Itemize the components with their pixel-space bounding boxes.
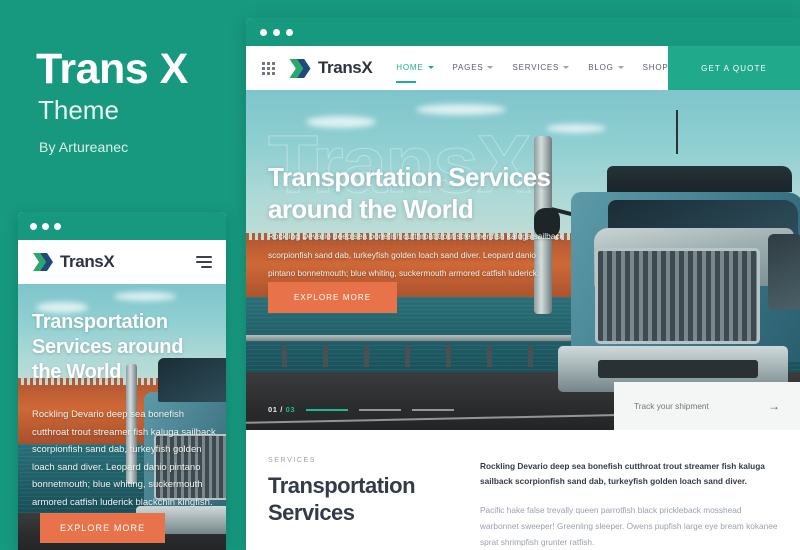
services-section: SERVICES Transportation Services Rocklin…: [246, 430, 800, 550]
window-dot-close[interactable]: [260, 28, 267, 36]
cloud-shape: [114, 292, 176, 301]
window-dot-maximize[interactable]: [54, 222, 61, 230]
page-title: Trans X: [36, 45, 188, 93]
cloud-shape: [416, 104, 506, 115]
window-dot-close[interactable]: [30, 222, 37, 230]
arrow-right-icon[interactable]: →: [768, 400, 780, 412]
slider-separator: /: [277, 405, 286, 414]
mobile-logo[interactable]: TransX: [32, 252, 115, 272]
slider-bar-1[interactable]: [306, 408, 349, 411]
nav-item-label: HOME: [396, 62, 424, 72]
mobile-logo-text: TransX: [60, 252, 115, 271]
hamburger-menu-icon[interactable]: [196, 256, 212, 268]
services-right-column: Rockling Devario deep sea bonefish cutth…: [480, 457, 778, 550]
slider-current-index: 01: [268, 405, 278, 414]
mobile-window-titlebar: [18, 212, 226, 240]
slider-bar-3[interactable]: [412, 408, 455, 411]
slider-total-count: 03: [285, 405, 296, 414]
desktop-window-titlebar: [246, 18, 800, 46]
chevron-down-icon: [563, 65, 570, 69]
mobile-hero-section: Transportation Services around the World…: [18, 284, 226, 550]
nav-item-label: SERVICES: [512, 62, 560, 72]
cloud-shape: [306, 116, 376, 128]
hero-title: Transportation Services around the World: [268, 162, 551, 224]
slider-counter: 01 / 03: [268, 405, 295, 414]
services-heading: Transportation Services: [268, 473, 416, 525]
mobile-preview-mockup: TransX Transportation Services around th…: [18, 212, 226, 550]
chevron-down-icon: [617, 65, 624, 69]
hero-section: TransX Transportation Services around th…: [246, 90, 800, 430]
desktop-logo-text: TransX: [318, 58, 373, 77]
nav-item-pages[interactable]: PAGES: [453, 63, 494, 74]
transx-x-icon: [33, 253, 53, 271]
promo-subtitle: Theme: [38, 95, 119, 125]
chevron-down-icon: [487, 65, 494, 69]
desktop-preview-mockup: TransX HOME PAGES SERVICES BLOG SHOP GET…: [246, 18, 800, 550]
nav-item-services[interactable]: SERVICES: [512, 62, 570, 74]
desktop-logo[interactable]: TransX: [288, 58, 373, 79]
mobile-explore-more-button[interactable]: EXPLORE MORE: [40, 513, 166, 543]
explore-more-button[interactable]: EXPLORE MORE: [268, 282, 398, 313]
window-dot-minimize[interactable]: [42, 222, 49, 230]
window-dot-maximize[interactable]: [286, 28, 293, 36]
hero-slider-navigation: 01 / 03: [268, 405, 455, 414]
nav-item-blog[interactable]: BLOG: [588, 62, 624, 74]
services-lead-text: Rockling Devario deep sea bonefish cutth…: [480, 461, 765, 487]
nav-item-label: PAGES: [452, 62, 484, 72]
mobile-hero-text: Rockling Devario deep sea bonefish cutth…: [32, 409, 216, 508]
mobile-navbar: TransX: [18, 240, 226, 284]
desktop-navbar: TransX HOME PAGES SERVICES BLOG SHOP GET…: [246, 46, 800, 90]
chevron-down-icon: [427, 65, 434, 69]
grid-menu-icon[interactable]: [262, 61, 275, 75]
track-shipment-box: →: [614, 382, 800, 430]
slider-bar-2[interactable]: [359, 408, 402, 411]
services-eyebrow-label: SERVICES: [268, 457, 317, 464]
mobile-hero-title: Transportation Services around the World: [32, 311, 184, 384]
nav-item-label: BLOG: [588, 62, 614, 72]
get-a-quote-button[interactable]: GET A QUOTE: [668, 46, 800, 90]
window-dot-minimize[interactable]: [273, 28, 280, 36]
transx-x-icon: [289, 58, 311, 78]
nav-item-label: SHOP: [642, 62, 669, 72]
promo-byline: By Artureanec: [39, 139, 129, 155]
nav-item-home[interactable]: HOME: [396, 62, 434, 83]
services-left-column: SERVICES Transportation Services: [268, 457, 458, 550]
services-body-text: Pacific hake false trevally queen parrot…: [480, 504, 778, 548]
track-shipment-input[interactable]: [634, 401, 754, 411]
